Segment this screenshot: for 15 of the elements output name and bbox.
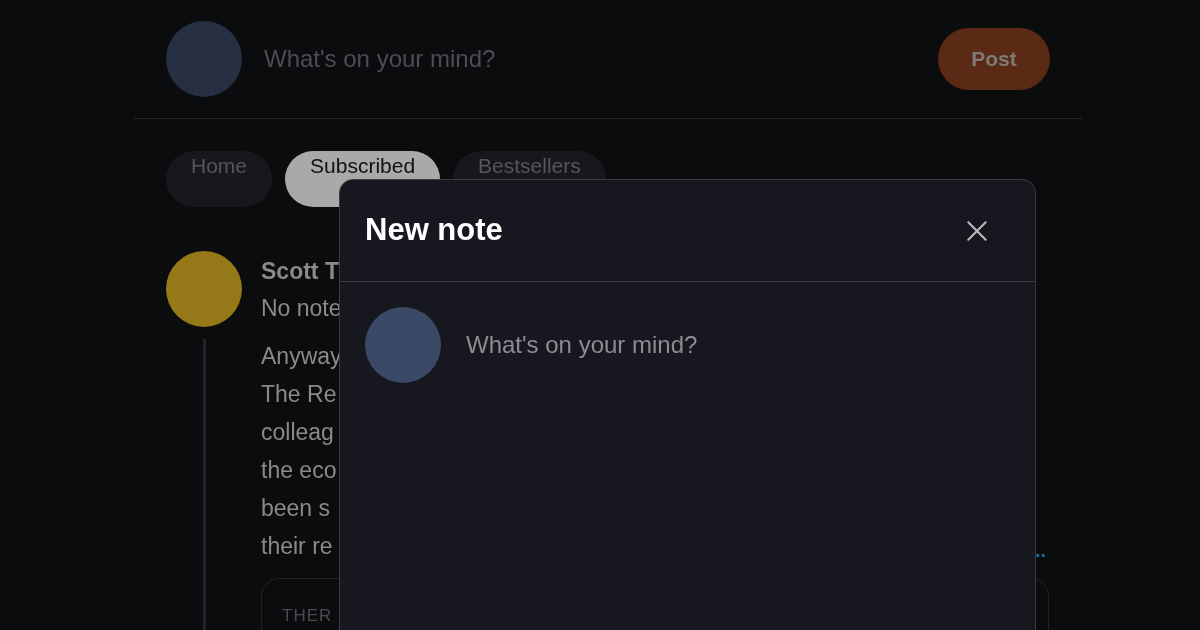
post-text-line: the eco	[261, 456, 337, 485]
post-text-line: colleag	[261, 418, 334, 447]
more-link[interactable]: ..	[1035, 535, 1047, 565]
post-button[interactable]: Post	[938, 28, 1050, 90]
post-text-line: their re	[261, 532, 333, 561]
feed-tab[interactable]: Home	[166, 151, 273, 207]
post-text-line: been s	[261, 494, 331, 523]
dialog-title: New note	[365, 211, 503, 250]
author-subtitle: No note	[261, 294, 342, 323]
author-name: Scott T	[261, 257, 339, 286]
post-text-line: The Re	[261, 380, 337, 409]
post-input[interactable]: What's on your mind?	[264, 41, 938, 77]
note-input[interactable]: What's on your mind?	[466, 327, 1010, 363]
post-text-line: Anyway	[261, 342, 342, 371]
card-label: THER	[282, 606, 333, 625]
